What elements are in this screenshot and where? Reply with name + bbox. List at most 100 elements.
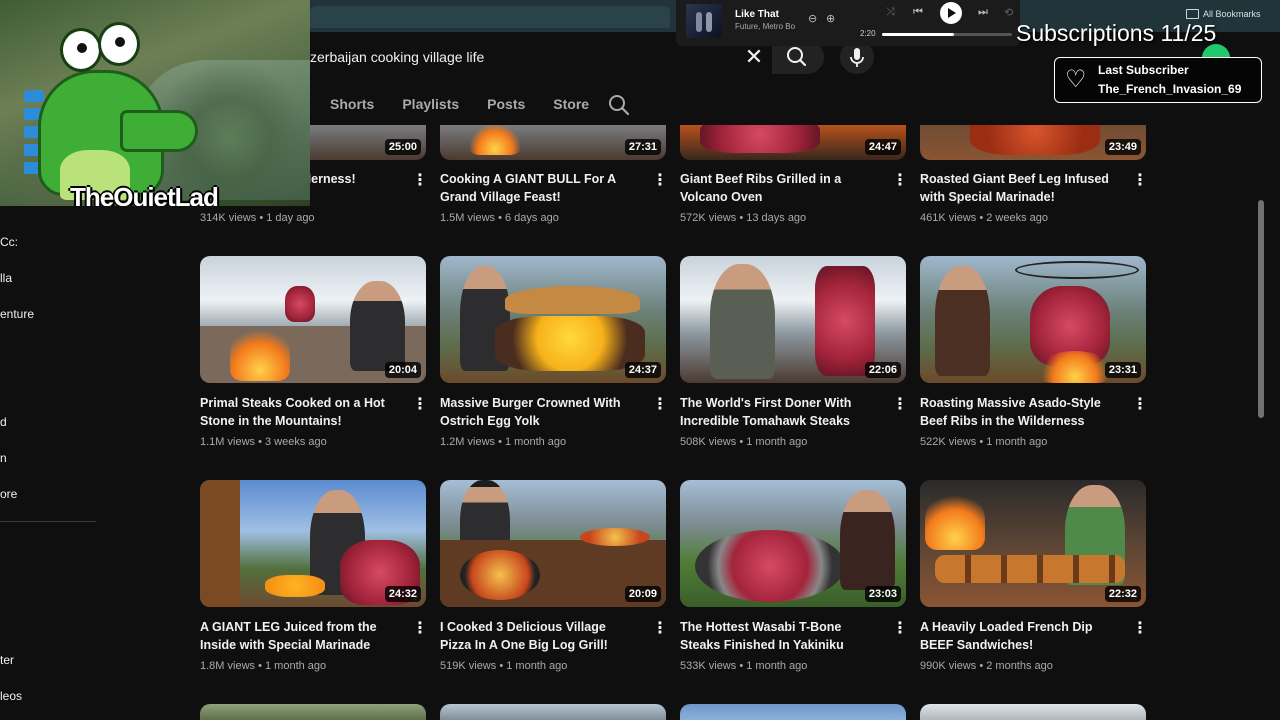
video-title[interactable]: Cooking A GIANT BULL For A Grand Village…	[440, 170, 640, 206]
view-count: 572K views	[680, 212, 737, 224]
video-thumbnail[interactable]	[440, 704, 666, 720]
view-count: 1.5M views	[440, 212, 496, 224]
all-bookmarks-label: All Bookmarks	[1203, 9, 1261, 19]
video-meta: 508K views • 1 month ago	[680, 436, 808, 448]
clear-search-icon[interactable]: ✕	[742, 42, 766, 72]
mascot-eye	[98, 22, 140, 66]
previous-track-icon[interactable]: ⏮	[913, 6, 923, 19]
upload-age: 1 day ago	[266, 212, 315, 224]
video-title[interactable]: A Heavily Loaded French Dip BEEF Sandwic…	[920, 618, 1120, 654]
more-options-icon[interactable]: ⋮	[412, 618, 428, 640]
more-options-icon[interactable]: ⋮	[892, 394, 908, 416]
all-bookmarks[interactable]: All Bookmarks	[1186, 9, 1261, 19]
duration-badge: 24:37	[624, 362, 661, 378]
more-options-icon[interactable]: ⋮	[1132, 394, 1148, 416]
video-meta: 1.2M views • 1 month ago	[440, 436, 567, 448]
more-options-icon[interactable]: ⋮	[412, 170, 428, 192]
last-subscriber-name: The_French_Invasion_69	[1098, 82, 1242, 96]
repeat-icon[interactable]: ⟲	[1004, 6, 1013, 19]
video-thumbnail[interactable]: 22:06	[680, 256, 906, 383]
stream-webcam-overlay: TheQuietLad	[0, 0, 310, 206]
video-title[interactable]: Giant Beef Ribs Grilled in a Volcano Ove…	[680, 170, 880, 206]
tab-posts[interactable]: Posts	[487, 92, 525, 116]
duration-badge: 23:49	[1104, 139, 1141, 155]
more-options-icon[interactable]: ⋮	[412, 394, 428, 416]
video-thumbnail[interactable]: 20:04	[200, 256, 426, 383]
tab-playlists[interactable]: Playlists	[402, 92, 459, 116]
video-title[interactable]: Massive Burger Crowned With Ostrich Egg …	[440, 394, 640, 430]
upload-age: 1 month ago	[746, 436, 808, 448]
video-meta: 533K views • 1 month ago	[680, 660, 808, 672]
video-thumbnail[interactable]	[680, 704, 906, 720]
view-count: 533K views	[680, 660, 737, 672]
video-meta: 522K views • 1 month ago	[920, 436, 1048, 448]
video-title[interactable]: Primal Steaks Cooked on a Hot Stone in t…	[200, 394, 400, 430]
video-thumbnail[interactable]: 23:31	[920, 256, 1146, 383]
sidebar-item[interactable]: ore	[0, 487, 17, 501]
view-count: 522K views	[920, 436, 977, 448]
video-thumbnail[interactable]	[200, 704, 426, 720]
video-meta: 1.8M views • 1 month ago	[200, 660, 327, 672]
video-meta: 314K views • 1 day ago	[200, 212, 315, 224]
shuffle-icon[interactable]: ⤨	[886, 6, 895, 19]
video-thumbnail[interactable]: 24:37	[440, 256, 666, 383]
browser-tab[interactable]	[310, 6, 670, 28]
video-thumbnail[interactable]: 22:32	[920, 480, 1146, 607]
last-subscriber-widget: ♡ Last Subscriber The_French_Invasion_69	[1054, 57, 1262, 103]
sidebar-item[interactable]: n	[0, 451, 7, 465]
folder-icon	[1186, 9, 1199, 19]
video-title[interactable]: The Hottest Wasabi T-Bone Steaks Finishe…	[680, 618, 880, 654]
video-title[interactable]: Roasted Giant Beef Leg Infused with Spec…	[920, 170, 1120, 206]
sidebar-item[interactable]: enture	[0, 307, 34, 321]
upload-age: 2 months ago	[986, 660, 1053, 672]
video-title[interactable]: A GIANT LEG Juiced from the Inside with …	[200, 618, 400, 654]
sidebar-item[interactable]: d	[0, 415, 7, 429]
more-options-icon[interactable]: ⋮	[1132, 618, 1148, 640]
video-meta: 1.1M views • 3 weeks ago	[200, 436, 327, 448]
playback-progress[interactable]	[882, 33, 1012, 36]
more-options-icon[interactable]: ⋮	[892, 618, 908, 640]
view-count: 1.2M views	[440, 436, 496, 448]
view-count: 1.8M views	[200, 660, 256, 672]
video-thumbnail[interactable]: 20:09	[440, 480, 666, 607]
tab-store[interactable]: Store	[553, 92, 589, 116]
duration-badge: 22:32	[1104, 586, 1141, 602]
sidebar-item[interactable]: leos	[0, 689, 22, 703]
track-title: Like That	[735, 9, 779, 20]
channel-tabs: Shorts Playlists Posts Store	[330, 92, 617, 116]
video-title[interactable]: Roasting Massive Asado-Style Beef Ribs i…	[920, 394, 1120, 430]
channel-search-button[interactable]	[608, 94, 630, 121]
sidebar-item[interactable]: ter	[0, 653, 14, 667]
more-options-icon[interactable]: ⋮	[652, 170, 668, 192]
tab-shorts[interactable]: Shorts	[330, 92, 374, 116]
sidebar-item[interactable]: Cc:	[0, 235, 18, 249]
search-icon	[609, 95, 630, 116]
video-title[interactable]: I Cooked 3 Delicious Village Pizza In A …	[440, 618, 640, 654]
view-count: 1.1M views	[200, 436, 256, 448]
more-options-icon[interactable]: ⋮	[892, 170, 908, 192]
video-thumbnail[interactable]: 27:31	[440, 125, 666, 160]
sidebar-item[interactable]: lla	[0, 271, 12, 285]
video-thumbnail[interactable]	[920, 704, 1146, 720]
remove-icon[interactable]: ⊖	[808, 12, 817, 25]
play-button[interactable]	[940, 2, 962, 24]
video-title[interactable]: The World's First Doner With Incredible …	[680, 394, 880, 430]
elapsed-time: 2:20	[860, 29, 876, 38]
duration-badge: 25:00	[384, 139, 421, 155]
video-thumbnail[interactable]: 24:32	[200, 480, 426, 607]
video-thumbnail[interactable]: 23:49	[920, 125, 1146, 160]
more-options-icon[interactable]: ⋮	[652, 618, 668, 640]
more-options-icon[interactable]: ⋮	[652, 394, 668, 416]
more-options-icon[interactable]: ⋮	[1132, 170, 1148, 192]
duration-badge: 22:06	[864, 362, 901, 378]
add-icon[interactable]: ⊕	[826, 12, 835, 25]
next-track-icon[interactable]: ⏭	[978, 6, 988, 19]
upload-age: 1 month ago	[506, 660, 568, 672]
scrollbar-thumb[interactable]	[1258, 200, 1264, 418]
track-artist: Future, Metro Bo	[735, 22, 796, 31]
search-input[interactable]: zerbaijan cooking village life	[310, 41, 738, 73]
music-player: Like That Future, Metro Bo ⊖ ⊕ ⤨ ⏮ ⏭ ⟲ 2…	[676, 0, 1020, 46]
duration-badge: 20:09	[624, 586, 661, 602]
video-thumbnail[interactable]: 24:47	[680, 125, 906, 160]
video-thumbnail[interactable]: 23:03	[680, 480, 906, 607]
